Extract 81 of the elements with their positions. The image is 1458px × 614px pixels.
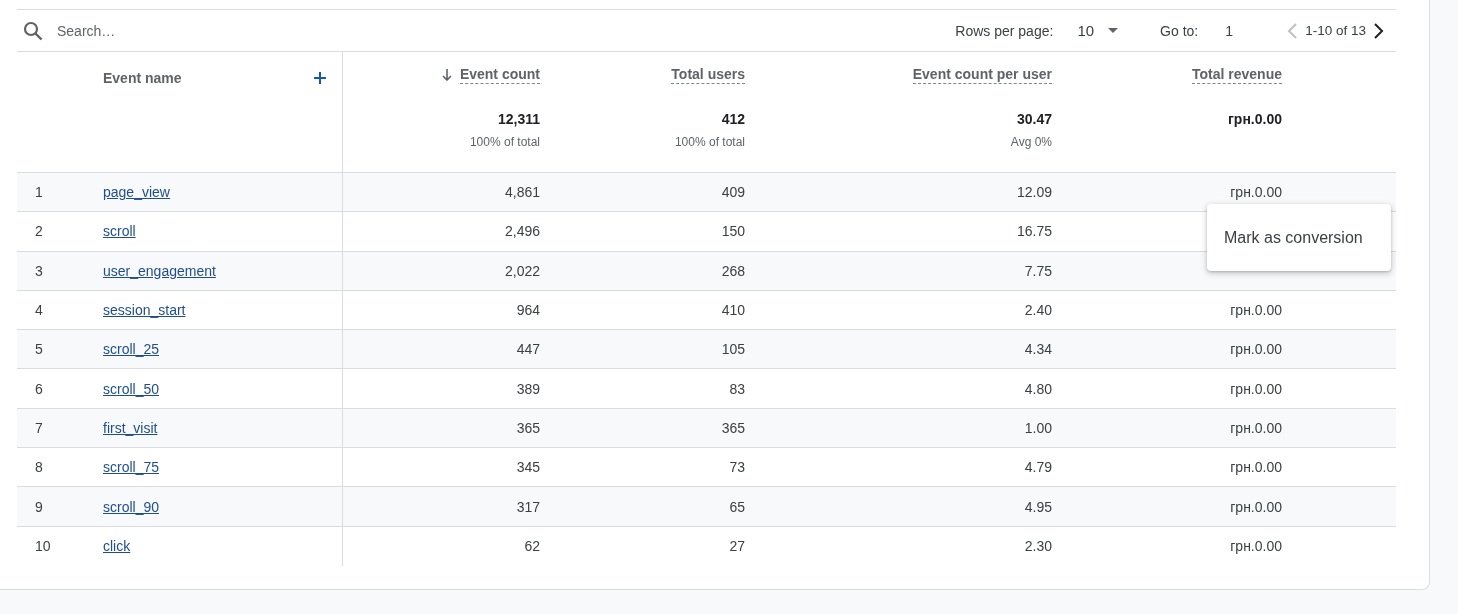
event-link[interactable]: click: [103, 538, 131, 555]
table-cell-text: 62: [523, 537, 541, 557]
table-cell-text: 83: [728, 379, 746, 399]
go-to-field[interactable]: 1: [1208, 22, 1256, 39]
table-cell-text: 105: [720, 340, 746, 360]
table-cell-text: 410: [720, 301, 746, 321]
table-cell-text: 73: [728, 458, 746, 478]
row-number: 9: [34, 497, 44, 517]
column-header[interactable]: Total users: [671, 66, 745, 84]
table-cell-text: 65: [728, 497, 746, 517]
table-cell-text: 2,022: [503, 261, 541, 281]
table-cell-text: 150: [720, 222, 746, 242]
total-note: 100% of total: [469, 135, 540, 149]
table-cell-text: 389: [515, 379, 541, 399]
table-cell-text: 7.75: [1023, 261, 1053, 281]
table-cell-text: 4.34: [1023, 340, 1053, 360]
event-link[interactable]: first_visit: [103, 419, 158, 436]
table-cell-text: грн.0.00: [1229, 418, 1283, 438]
table-cell-text: 27: [728, 537, 746, 557]
row-number: 2: [34, 222, 44, 242]
column-header[interactable]: Event count: [459, 66, 540, 84]
table-cell-text: 4.95: [1023, 497, 1053, 517]
event-link[interactable]: scroll_50: [103, 380, 160, 397]
table-cell-text: 345: [515, 458, 541, 478]
menu-item[interactable]: Mark as conversion: [1207, 228, 1363, 247]
row-number: 6: [34, 379, 44, 399]
table-cell-text: 409: [720, 183, 746, 203]
event-link[interactable]: user_engagement: [103, 262, 216, 279]
table-cell-text: 12.09: [1015, 183, 1053, 203]
total-value: грн.0.00: [1228, 111, 1282, 127]
row-number: 8: [34, 458, 44, 478]
event-link[interactable]: scroll_25: [103, 341, 160, 358]
table-cell-text: грн.0.00: [1229, 458, 1283, 478]
table-cell-text: 2.40: [1023, 301, 1053, 321]
table-cell-text: грн.0.00: [1229, 301, 1283, 321]
table-cell-text: грн.0.00: [1229, 497, 1283, 517]
row-number: 10: [34, 537, 52, 557]
row-number: 4: [34, 301, 44, 321]
table-cell-text: 317: [515, 497, 541, 517]
table-cell-text: грн.0.00: [1229, 340, 1283, 360]
page-range: 1-10 of 13: [1305, 23, 1366, 38]
table-cell-text: 4.80: [1023, 379, 1053, 399]
table-cell-text: 2,496: [503, 222, 541, 242]
search-icon[interactable]: [23, 20, 43, 41]
column-header[interactable]: Total revenue: [1192, 66, 1282, 84]
total-value: 412: [721, 111, 745, 127]
table-cell-text: 365: [515, 418, 541, 438]
table-cell-text: 365: [720, 418, 746, 438]
table-cell-text: 4.79: [1023, 458, 1053, 478]
row-number: 5: [34, 340, 44, 360]
search-field[interactable]: Search…: [57, 22, 357, 39]
total-value: 30.47: [1016, 111, 1052, 127]
column-header[interactable]: Event count per user: [912, 66, 1052, 84]
row-number: 1: [34, 183, 44, 203]
column-header[interactable]: Event name: [103, 70, 182, 86]
total-note: 100% of total: [674, 135, 745, 149]
next-page-icon[interactable]: [1374, 22, 1384, 39]
event-link[interactable]: session_start: [103, 302, 186, 319]
table-cell-text: 447: [515, 340, 541, 360]
total-note: Avg 0%: [1010, 135, 1052, 149]
rows-per-page-dropdown[interactable]: 10: [1077, 22, 1119, 39]
table-cell-text: 2.30: [1023, 537, 1053, 557]
add-icon[interactable]: [314, 72, 326, 84]
row-number: 3: [34, 261, 44, 281]
table-cell-text: 268: [720, 261, 746, 281]
event-link[interactable]: scroll_90: [103, 498, 160, 515]
table-cell-text: 1.00: [1023, 418, 1053, 438]
rows-per-page-label: Rows per page:: [955, 22, 1054, 39]
go-to-label: Go to:: [1160, 22, 1199, 39]
row-number: 7: [34, 418, 44, 438]
table-cell-text: 964: [515, 301, 541, 321]
total-value: 12,311: [497, 111, 540, 127]
table-cell-text: грн.0.00: [1229, 537, 1283, 557]
table-cell-text: грн.0.00: [1229, 183, 1283, 203]
table-cell-text: грн.0.00: [1229, 379, 1283, 399]
event-link[interactable]: scroll: [103, 223, 136, 240]
table-cell-text: 4,861: [503, 183, 541, 203]
table-cell-text: 16.75: [1015, 222, 1053, 242]
event-link[interactable]: scroll_75: [103, 459, 160, 476]
event-link[interactable]: page_view: [103, 184, 170, 201]
caret-icon: [1108, 28, 1119, 33]
